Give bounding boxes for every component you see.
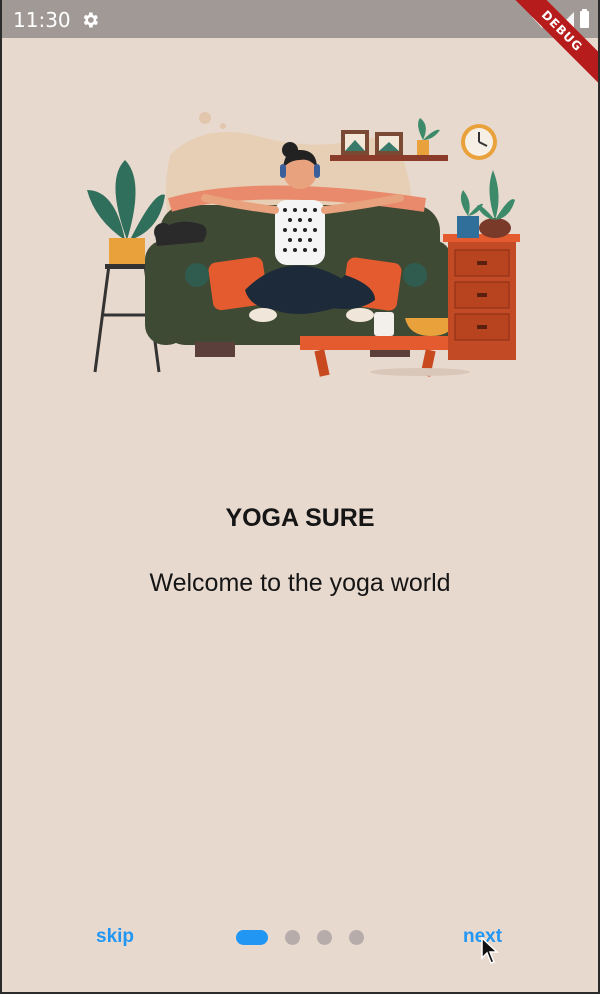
page-dot-2[interactable] [285, 930, 300, 945]
onboarding-illustration [87, 112, 520, 377]
page-dot-1[interactable] [236, 930, 268, 945]
page-dot-3[interactable] [317, 930, 332, 945]
onboarding-subtitle: Welcome to the yoga world [149, 569, 451, 597]
onboarding-title: YOGA SURE [225, 504, 375, 532]
page-dot-4[interactable] [349, 930, 364, 945]
status-bar: 11:30 [0, 0, 600, 38]
onboarding-bottom-nav: skip next [0, 922, 600, 954]
mouse-pointer-icon [481, 937, 499, 964]
skip-button[interactable]: skip [96, 926, 134, 948]
status-time: 11:30 [13, 8, 71, 32]
battery-icon [580, 11, 589, 28]
settings-gear-icon [83, 12, 98, 28]
